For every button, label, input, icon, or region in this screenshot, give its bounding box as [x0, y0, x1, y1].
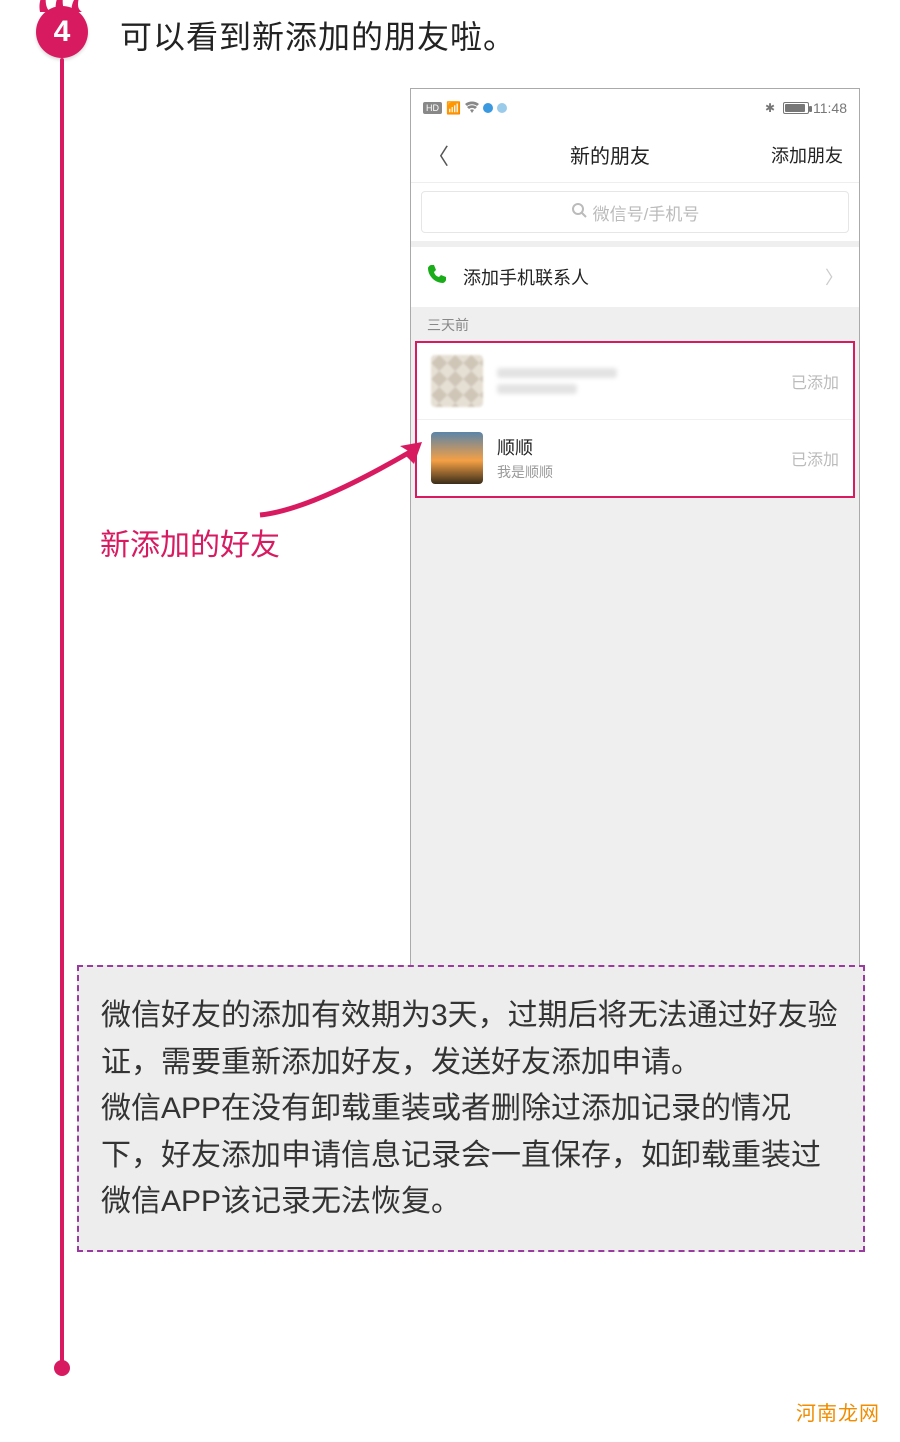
phone-mockup: HD 📶 ✱ 11:48 〈 新的朋友 添加朋友 微信号/手机号 添加手机联系人	[410, 88, 860, 988]
friend-status: 已添加	[791, 446, 839, 470]
friend-row[interactable]: 已添加	[417, 343, 853, 419]
signal-icon: 📶	[446, 101, 461, 115]
status-icons-left: HD 📶	[423, 101, 507, 116]
friend-sub-redacted	[497, 384, 577, 394]
watermark: 河南龙网	[796, 1397, 880, 1426]
wifi-icon	[465, 101, 479, 116]
search-placeholder: 微信号/手机号	[593, 200, 700, 225]
search-input[interactable]: 微信号/手机号	[421, 191, 849, 233]
friend-status: 已添加	[791, 369, 839, 393]
status-time: 11:48	[813, 100, 847, 116]
friend-sub: 我是顺顺	[497, 462, 791, 482]
friend-row[interactable]: 顺顺 我是顺顺 已添加	[417, 419, 853, 496]
add-contacts-label: 添加手机联系人	[463, 264, 825, 290]
avatar	[431, 432, 483, 484]
chevron-right-icon: 〉	[825, 264, 843, 290]
friend-meta: 顺顺 我是顺顺	[497, 434, 791, 482]
timeline-line	[60, 58, 64, 1366]
add-friend-button[interactable]: 添加朋友	[771, 142, 843, 168]
note-box: 微信好友的添加有效期为3天，过期后将无法通过好友验证，需要重新添加好友，发送好友…	[77, 965, 865, 1252]
status-dot-blue-icon	[483, 103, 493, 113]
status-bar: HD 📶 ✱ 11:48	[411, 89, 859, 127]
timeline-end-dot	[54, 1360, 70, 1376]
new-friends-highlight-box: 已添加 顺顺 我是顺顺 已添加	[415, 341, 855, 498]
step-number: 4	[54, 15, 71, 49]
friend-name: 顺顺	[497, 434, 791, 460]
nav-bar: 〈 新的朋友 添加朋友	[411, 127, 859, 183]
hd-icon: HD	[423, 102, 442, 114]
friend-meta	[497, 368, 791, 394]
note-paragraph-2: 微信APP在没有卸载重装或者删除过添加记录的情况下，好友添加申请信息记录会一直保…	[101, 1086, 841, 1226]
nav-title: 新的朋友	[449, 140, 771, 169]
battery-icon	[783, 102, 809, 114]
note-paragraph-1: 微信好友的添加有效期为3天，过期后将无法通过好友验证，需要重新添加好友，发送好友…	[101, 993, 841, 1086]
step-title: 可以看到新添加的朋友啦。	[120, 12, 516, 58]
phone-icon	[427, 264, 447, 290]
back-button[interactable]: 〈	[427, 139, 449, 171]
bluetooth-icon: ✱	[765, 101, 775, 115]
add-phone-contacts-row[interactable]: 添加手机联系人 〉	[411, 247, 859, 307]
callout-label: 新添加的好友	[100, 520, 280, 564]
friends-section-header: 三天前	[411, 307, 859, 341]
search-icon	[571, 202, 587, 223]
friend-name-redacted	[497, 368, 617, 378]
status-dot-light-icon	[497, 103, 507, 113]
step-number-badge: 4	[36, 6, 88, 58]
avatar	[431, 355, 483, 407]
